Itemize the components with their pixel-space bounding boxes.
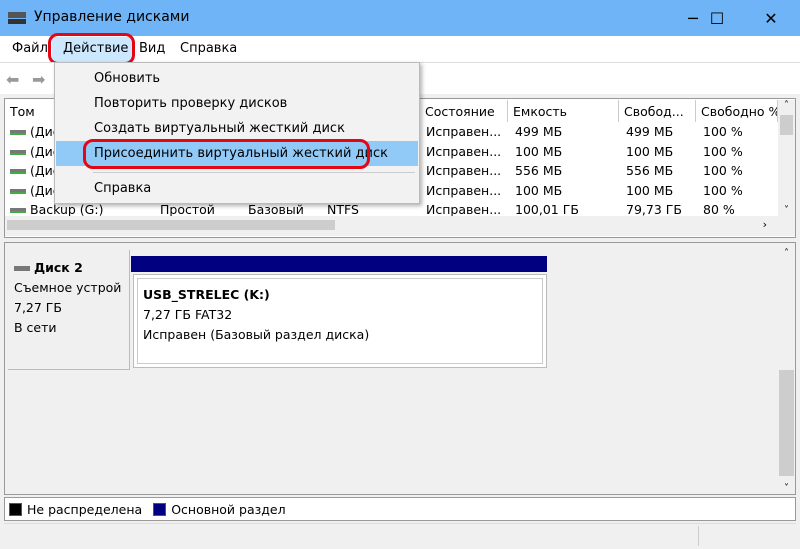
table-cell[interactable]: 100 МБ xyxy=(626,144,700,159)
legend-label: Не распределена xyxy=(27,501,143,517)
table-cell[interactable]: 80 % xyxy=(703,202,777,217)
drive-icon xyxy=(10,169,26,174)
disk-icon xyxy=(14,266,30,271)
volume-name[interactable]: Backup (G:) xyxy=(10,202,155,217)
back-arrow-icon[interactable]: ⬅ xyxy=(6,70,19,89)
drive-icon xyxy=(10,208,26,213)
annotation-ring xyxy=(83,139,370,169)
cell-text: Исправен... xyxy=(426,202,502,217)
table-cell[interactable]: 556 МБ xyxy=(626,163,700,178)
cell-text: 100 % xyxy=(703,163,743,178)
menu-item-rescan-disks[interactable]: Повторить проверку дисков xyxy=(56,91,418,116)
table-cell[interactable]: Базовый xyxy=(248,202,324,217)
cell-text: 499 МБ xyxy=(626,124,674,139)
table-cell[interactable]: 79,73 ГБ xyxy=(626,202,700,217)
disk-size: 7,27 ГБ xyxy=(14,300,63,315)
disk-name: Диск 2 xyxy=(34,260,83,275)
menu-item-create-vhd[interactable]: Создать виртуальный жесткий диск xyxy=(56,116,418,141)
drive-icon xyxy=(10,149,26,155)
partition-status: Исправен (Базовый раздел диска) xyxy=(143,327,370,342)
cell-text: 499 МБ xyxy=(515,124,563,139)
col-header[interactable]: Свобод... xyxy=(619,100,696,122)
annotation-ring xyxy=(48,33,135,65)
cell-text: Исправен... xyxy=(426,124,502,139)
table-cell[interactable]: Исправен... xyxy=(426,124,511,139)
cell-text: Простой xyxy=(160,202,215,217)
cell-text: 100 % xyxy=(703,143,743,159)
table-cell[interactable]: Исправен... xyxy=(426,183,511,198)
forward-arrow-icon[interactable]: ➡ xyxy=(32,70,45,89)
table-cell[interactable]: 556 МБ xyxy=(515,163,623,178)
menu-item-help[interactable]: Справка xyxy=(56,176,418,201)
cell-text: Исправен... xyxy=(426,143,502,159)
cell-text: Backup (G:) xyxy=(30,202,104,217)
window-title: Управление дисками xyxy=(34,9,190,25)
table-cell[interactable]: 499 МБ xyxy=(515,124,623,139)
cell-text: 80 % xyxy=(703,202,735,217)
table-cell[interactable]: 499 МБ xyxy=(626,124,700,139)
legend-label: Основной раздел xyxy=(171,501,286,517)
table-cell[interactable]: 100 % xyxy=(703,124,777,139)
table-cell[interactable]: 100,01 ГБ xyxy=(515,202,623,217)
cell-text: 100 % xyxy=(703,182,743,198)
cell-text: 100,01 ГБ xyxy=(515,202,579,217)
menu-file[interactable]: Файл xyxy=(12,41,48,56)
disk-info[interactable]: Диск 2 Съемное устрой 7,27 ГБ В сети xyxy=(8,250,130,370)
partition-color-bar xyxy=(131,256,547,272)
partition-label: USB_STRELEC (K:) xyxy=(143,287,270,302)
map-vertical-scrollbar[interactable]: ˄ ˅ xyxy=(778,248,795,494)
close-button[interactable]: ✕ xyxy=(748,0,794,36)
table-cell[interactable]: Простой xyxy=(160,202,245,217)
table-cell[interactable]: 100 МБ xyxy=(626,183,700,198)
menu-separator xyxy=(93,172,415,173)
table-cell[interactable]: 100 % xyxy=(703,144,777,159)
cell-text: 556 МБ xyxy=(626,163,674,178)
col-header[interactable]: Состояние xyxy=(420,100,508,122)
cell-text: NTFS xyxy=(327,202,359,217)
disk-management-icon xyxy=(8,10,28,24)
cell-text: 556 МБ xyxy=(515,163,563,178)
table-cell[interactable]: Исправен... xyxy=(426,144,511,159)
vertical-scrollbar[interactable]: ˄ ˅ xyxy=(778,100,795,216)
disk-status: В сети xyxy=(14,320,57,335)
cell-text: 100 МБ xyxy=(515,143,563,159)
table-cell[interactable]: NTFS xyxy=(327,202,422,217)
legend-swatch-primary xyxy=(153,502,167,516)
partition-size: 7,27 ГБ FAT32 xyxy=(143,307,233,322)
table-cell[interactable]: 100 % xyxy=(703,163,777,178)
cell-text: Исправен... xyxy=(426,163,502,178)
menu-view[interactable]: Вид xyxy=(139,41,165,56)
col-header[interactable]: Свободно % xyxy=(696,100,778,122)
cell-text: 100 % xyxy=(703,124,743,139)
maximize-button[interactable]: ☐ xyxy=(694,0,740,36)
table-cell[interactable]: Исправен... xyxy=(426,202,511,217)
legend: Не распределена Основной раздел xyxy=(4,497,796,521)
legend-swatch-unallocated xyxy=(9,502,22,516)
drive-icon xyxy=(10,188,26,194)
cell-text: 100 МБ xyxy=(626,182,674,198)
cell-text: 79,73 ГБ xyxy=(626,202,682,217)
status-bar xyxy=(4,523,796,547)
menu-help[interactable]: Справка xyxy=(180,41,237,56)
cell-text: Базовый xyxy=(248,202,304,217)
table-cell[interactable]: Исправен... xyxy=(426,163,511,178)
col-header[interactable]: Емкость xyxy=(508,100,619,122)
table-cell[interactable]: 100 МБ xyxy=(515,183,623,198)
cell-text: Исправен... xyxy=(426,182,502,198)
disk-type: Съемное устрой xyxy=(14,280,122,295)
menu-item-refresh[interactable]: Обновить xyxy=(56,66,418,91)
action-menu-dropdown: Обновить Повторить проверку дисков Созда… xyxy=(54,62,420,204)
cell-text: 100 МБ xyxy=(515,182,563,198)
cell-text: 100 МБ xyxy=(626,143,674,159)
table-cell[interactable]: 100 % xyxy=(703,183,777,198)
partition-block[interactable]: USB_STRELEC (K:) 7,27 ГБ FAT32 Исправен … xyxy=(133,274,547,368)
horizontal-scrollbar[interactable]: › xyxy=(5,216,795,236)
table-cell[interactable]: 100 МБ xyxy=(515,144,623,159)
drive-icon xyxy=(10,130,26,135)
